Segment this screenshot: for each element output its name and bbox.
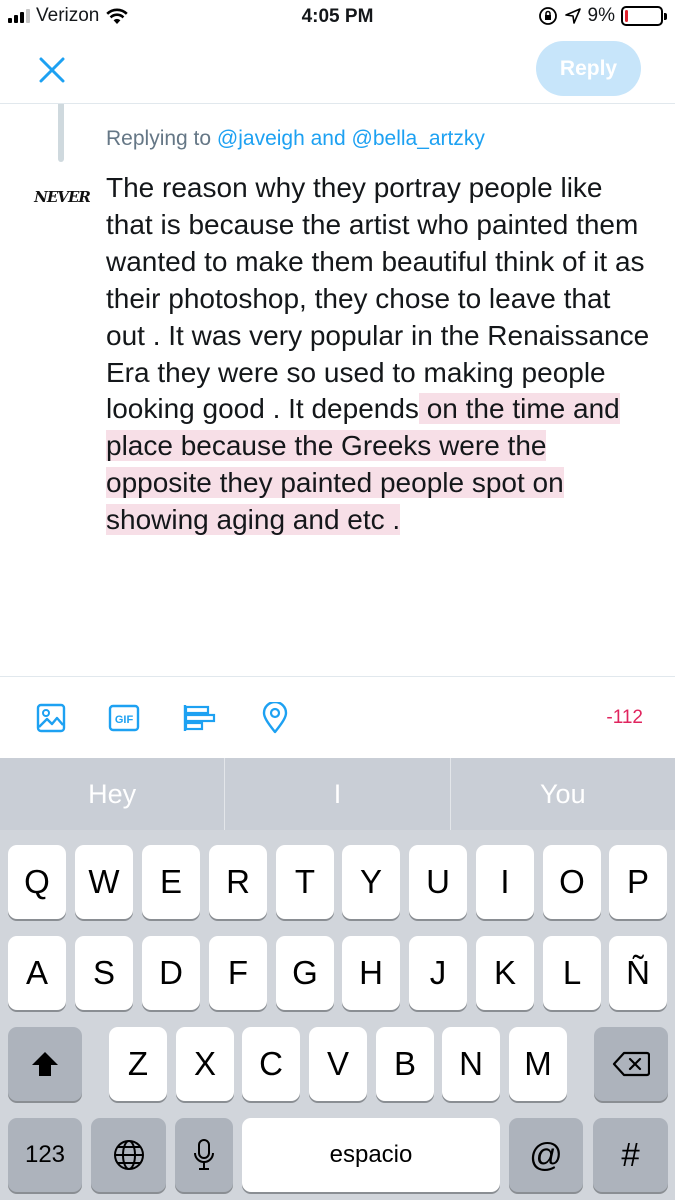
key-g[interactable]: G: [276, 936, 334, 1010]
key-w[interactable]: W: [75, 845, 133, 919]
globe-icon: [113, 1140, 144, 1170]
mention-javeigh[interactable]: @javeigh: [217, 127, 305, 150]
shift-icon: [32, 1052, 58, 1076]
key-t[interactable]: T: [276, 845, 334, 919]
gif-label: GIF: [115, 714, 134, 726]
replying-to-label: Replying to @javeigh and @bella_artzky: [106, 127, 485, 151]
suggestion-bar: Hey I You: [0, 758, 675, 830]
microphone-icon: [194, 1139, 214, 1170]
location-arrow-icon: [564, 8, 581, 24]
key-c[interactable]: C: [242, 1027, 300, 1101]
key-f[interactable]: F: [209, 936, 267, 1010]
battery-level-fill: [625, 10, 628, 22]
close-icon: [39, 57, 65, 83]
suggestion-2[interactable]: I: [225, 758, 451, 830]
battery-percent: 9%: [587, 5, 615, 26]
mention-bella-artzky[interactable]: @bella_artzky: [352, 127, 485, 150]
image-icon: [36, 703, 66, 733]
key-u[interactable]: U: [409, 845, 467, 919]
tweet-text-within-limit: The reason why they portray people like …: [106, 172, 650, 425]
suggestion-3[interactable]: You: [451, 758, 675, 830]
key-a[interactable]: A: [8, 936, 66, 1010]
key-b[interactable]: B: [376, 1027, 434, 1101]
compose-toolbar: GIF -112: [0, 676, 675, 758]
key-h[interactable]: H: [342, 936, 400, 1010]
status-right: 9%: [538, 5, 667, 27]
key-x[interactable]: X: [176, 1027, 234, 1101]
hash-key[interactable]: #: [593, 1118, 668, 1192]
key-q[interactable]: Q: [8, 845, 66, 919]
location-button[interactable]: [258, 701, 292, 735]
image-button[interactable]: [34, 701, 68, 735]
orientation-lock-icon: [538, 7, 557, 25]
shift-key[interactable]: [8, 1027, 82, 1101]
key-m[interactable]: M: [509, 1027, 567, 1101]
globe-key[interactable]: [91, 1118, 166, 1192]
key-j[interactable]: J: [409, 936, 467, 1010]
reply-button[interactable]: Reply: [536, 41, 641, 96]
key-d[interactable]: D: [142, 936, 200, 1010]
key-r[interactable]: R: [209, 845, 267, 919]
space-key[interactable]: espacio: [242, 1118, 500, 1192]
numbers-key[interactable]: 123: [8, 1118, 82, 1192]
microphone-key[interactable]: [175, 1118, 233, 1192]
tweet-text-input[interactable]: The reason why they portray people like …: [106, 170, 654, 539]
compose-header: Reply: [0, 36, 675, 104]
avatar: NEVER: [34, 188, 91, 206]
gif-button[interactable]: GIF: [107, 701, 141, 735]
backspace-icon: [612, 1051, 650, 1077]
key-e[interactable]: E: [142, 845, 200, 919]
suggestion-1[interactable]: Hey: [0, 758, 226, 830]
key-i[interactable]: I: [476, 845, 534, 919]
key-p[interactable]: P: [609, 845, 667, 919]
key-v[interactable]: V: [309, 1027, 367, 1101]
gif-icon: GIF: [108, 704, 140, 732]
key-k[interactable]: K: [476, 936, 534, 1010]
location-icon: [262, 702, 288, 734]
mention-and: and: [310, 127, 346, 150]
key-n-tilde[interactable]: Ñ: [609, 936, 667, 1010]
key-n[interactable]: N: [442, 1027, 500, 1101]
battery-icon: [621, 6, 667, 26]
close-button[interactable]: [32, 52, 72, 88]
key-o[interactable]: O: [543, 845, 601, 919]
keyboard: Hey I You Q W E R T Y U I O P A S D F G …: [0, 758, 675, 1200]
at-key[interactable]: @: [509, 1118, 583, 1192]
key-s[interactable]: S: [75, 936, 133, 1010]
status-bar: Verizon 4:05 PM 9%: [0, 0, 675, 36]
backspace-key[interactable]: [594, 1027, 668, 1101]
key-l[interactable]: L: [543, 936, 601, 1010]
replying-prefix: Replying to: [106, 127, 212, 150]
poll-button[interactable]: [182, 701, 216, 735]
character-count: -112: [606, 707, 643, 728]
key-y[interactable]: Y: [342, 845, 400, 919]
key-z[interactable]: Z: [109, 1027, 167, 1101]
poll-icon: [183, 705, 216, 731]
thread-connector-line: [58, 104, 64, 162]
